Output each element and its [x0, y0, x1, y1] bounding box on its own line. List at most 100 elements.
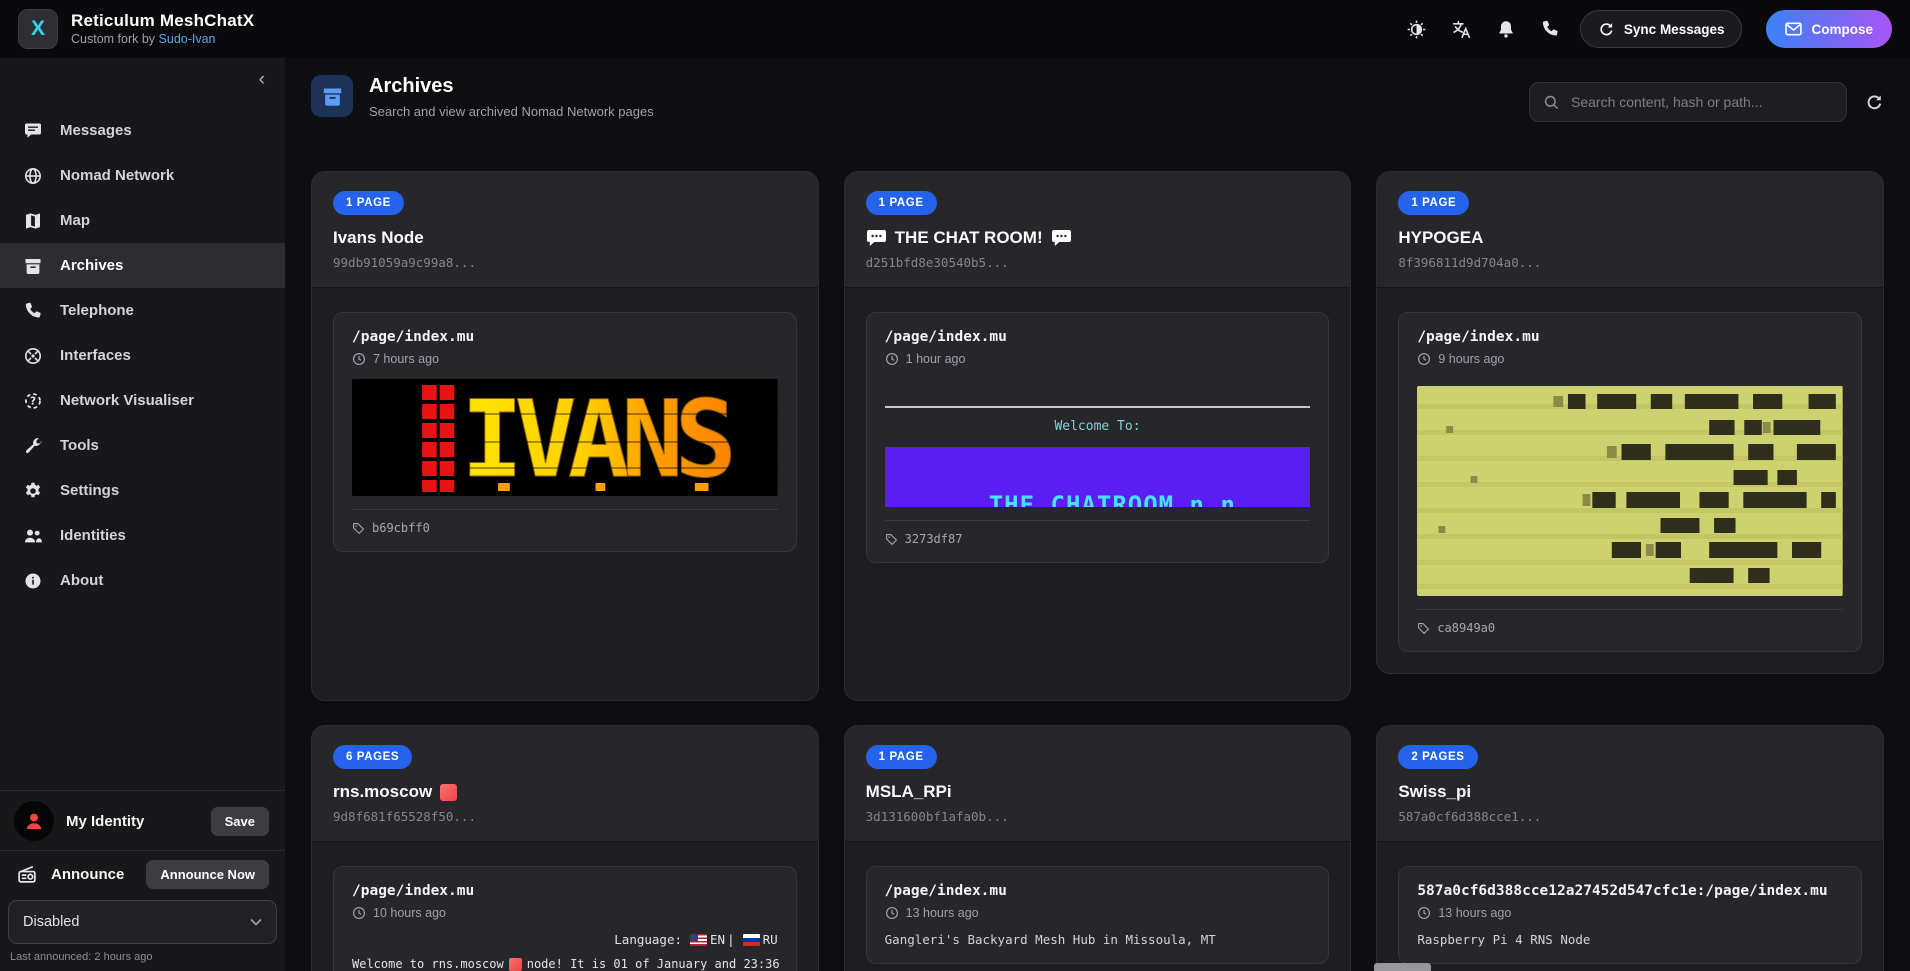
card-header: 6 PAGES rns.moscow 9d8f681f65528f50...: [312, 726, 818, 841]
sidebar-collapse-row: ‹: [0, 58, 285, 100]
sidebar-item-settings[interactable]: Settings: [0, 468, 285, 513]
sidebar-item-about[interactable]: About: [0, 558, 285, 603]
wrench-icon: [23, 436, 43, 456]
page-count-badge: 1 PAGE: [1398, 191, 1469, 215]
page-count-badge: 2 PAGES: [1398, 745, 1477, 769]
speech-balloon-icon: [1051, 229, 1072, 247]
tag-icon: [1417, 622, 1430, 635]
page-count-badge: 6 PAGES: [333, 745, 412, 769]
app-logo[interactable]: X: [18, 9, 58, 49]
tag-text: b69cbff0: [372, 521, 430, 535]
card-hash: 99db91059a9c99a8...: [333, 255, 797, 270]
card-title: rns.moscow: [333, 782, 432, 802]
save-button[interactable]: Save: [211, 807, 269, 836]
divider: [352, 509, 778, 510]
theme-brightness-button[interactable]: [1406, 19, 1427, 40]
archived-page-panel[interactable]: /page/index.mu 7 hours ago: [333, 312, 797, 552]
compose-button[interactable]: Compose: [1766, 10, 1892, 48]
card-hash: 8f396811d9d704a0...: [1398, 255, 1862, 270]
card-title: Ivans Node: [333, 228, 424, 248]
timestamp-text: 1 hour ago: [906, 352, 966, 366]
page-path: /page/index.mu: [352, 329, 778, 345]
page-timestamp: 7 hours ago: [352, 352, 778, 366]
sidebar-item-nomad-network[interactable]: Nomad Network: [0, 153, 285, 198]
identity-label: My Identity: [66, 813, 199, 830]
main-content: Archives Search and view archived Nomad …: [285, 58, 1910, 971]
archive-card-msla-rpi[interactable]: 1 PAGE MSLA_RPi 3d131600bf1afa0b... /pag…: [844, 725, 1352, 971]
card-header: 1 PAGE Ivans Node 99db91059a9c99a8...: [312, 172, 818, 287]
archived-page-panel[interactable]: 587a0cf6d388cce12a27452d547cfc1e:/page/i…: [1398, 866, 1862, 964]
page-path: /page/index.mu: [885, 329, 1311, 345]
sidebar-item-telephone[interactable]: Telephone: [0, 288, 285, 333]
sidebar-item-tools[interactable]: Tools: [0, 423, 285, 468]
sidebar: ‹ Messages Nomad Network Map: [0, 58, 285, 971]
card-header: 1 PAGE HYPOGEA 8f396811d9d704a0...: [1377, 172, 1883, 287]
sidebar-item-archives[interactable]: Archives: [0, 243, 285, 288]
search-input[interactable]: [1569, 93, 1833, 111]
lang-separator: |: [727, 932, 735, 947]
gear-icon: [23, 481, 43, 501]
announce-now-button[interactable]: Announce Now: [146, 860, 269, 889]
archive-card-hypogea[interactable]: 1 PAGE HYPOGEA 8f396811d9d704a0... /page…: [1376, 171, 1884, 674]
red-square-emoji: [440, 784, 457, 801]
telephone-button[interactable]: [1540, 19, 1560, 39]
language-line: Language: EN|RU: [352, 932, 778, 947]
notifications-button[interactable]: [1496, 19, 1516, 40]
archive-card-chat-room[interactable]: 1 PAGE THE CHAT ROOM! d251bfd8e305: [844, 171, 1352, 701]
card-body: /page/index.mu 10 hours ago Language: EN…: [312, 841, 818, 971]
tag-row: 3273df87: [885, 532, 1311, 546]
sync-messages-label: Sync Messages: [1624, 22, 1725, 37]
sidebar-item-messages[interactable]: Messages: [0, 108, 285, 153]
author-link[interactable]: Sudo-Ivan: [159, 32, 216, 46]
top-actions: Sync Messages Compose: [1406, 10, 1892, 48]
archive-card-rns-moscow[interactable]: 6 PAGES rns.moscow 9d8f681f65528f50... /…: [311, 725, 819, 971]
card-body: /page/index.mu 1 hour ago Welcome To: TH…: [845, 287, 1351, 587]
archived-page-panel[interactable]: /page/index.mu 13 hours ago Gangleri's B…: [866, 866, 1330, 964]
sidebar-bottom: My Identity Save Announce Announce Now D…: [0, 790, 285, 971]
archived-page-panel[interactable]: /page/index.mu 10 hours ago Language: EN…: [333, 866, 797, 971]
page-timestamp: 9 hours ago: [1417, 352, 1843, 366]
lang-en: EN: [710, 932, 725, 947]
page-path: 587a0cf6d388cce12a27452d547cfc1e:/page/i…: [1417, 883, 1843, 899]
clock-icon: [885, 352, 899, 366]
page-title: Archives: [369, 75, 1529, 98]
page-timestamp: 1 hour ago: [885, 352, 1311, 366]
card-body: /page/index.mu 9 hours ago: [1377, 287, 1883, 674]
page-timestamp: 10 hours ago: [352, 906, 778, 920]
sidebar-item-network-visualiser[interactable]: ? Network Visualiser: [0, 378, 285, 423]
announce-row: Announce Announce Now: [0, 851, 285, 897]
people-icon: [23, 526, 43, 546]
sidebar-item-label: Archives: [60, 257, 123, 274]
timestamp-text: 9 hours ago: [1438, 352, 1504, 366]
sync-messages-button[interactable]: Sync Messages: [1580, 10, 1743, 48]
archive-card-swiss-pi[interactable]: 2 PAGES Swiss_pi 587a0cf6d388cce1... 587…: [1376, 725, 1884, 971]
sidebar-item-identities[interactable]: Identities: [0, 513, 285, 558]
refresh-button[interactable]: [1865, 93, 1884, 112]
archived-page-panel[interactable]: /page/index.mu 1 hour ago Welcome To: TH…: [866, 312, 1330, 563]
archive-icon: [23, 256, 43, 276]
sidebar-collapse-button[interactable]: ‹: [259, 70, 265, 89]
translate-button[interactable]: [1451, 19, 1472, 40]
clock-icon: [1417, 352, 1431, 366]
timestamp-text: 7 hours ago: [373, 352, 439, 366]
avatar[interactable]: [14, 801, 54, 841]
sidebar-item-label: Tools: [60, 437, 99, 454]
archive-card-ivans-node[interactable]: 1 PAGE Ivans Node 99db91059a9c99a8... /p…: [311, 171, 819, 701]
app-subtitle: Custom fork by Sudo-Ivan: [71, 33, 254, 46]
ru-flag-icon: [743, 934, 760, 946]
sidebar-item-map[interactable]: Map: [0, 198, 285, 243]
person-icon: [22, 809, 46, 833]
page-path: /page/index.mu: [885, 883, 1311, 899]
page-titles: Archives Search and view archived Nomad …: [369, 75, 1529, 119]
sidebar-item-interfaces[interactable]: Interfaces: [0, 333, 285, 378]
archived-page-panel[interactable]: /page/index.mu 9 hours ago: [1398, 312, 1862, 652]
card-header: 2 PAGES Swiss_pi 587a0cf6d388cce1...: [1377, 726, 1883, 841]
info-icon: [23, 571, 43, 591]
sidebar-item-label: Settings: [60, 482, 119, 499]
card-header: 1 PAGE THE CHAT ROOM! d251bfd8e305: [845, 172, 1351, 287]
search-box: [1529, 82, 1847, 122]
svg-text:?: ?: [30, 395, 36, 407]
announce-interval-select[interactable]: Disabled: [8, 900, 277, 944]
scrollbar-thumb[interactable]: [1374, 963, 1431, 971]
page-count-badge: 1 PAGE: [333, 191, 404, 215]
